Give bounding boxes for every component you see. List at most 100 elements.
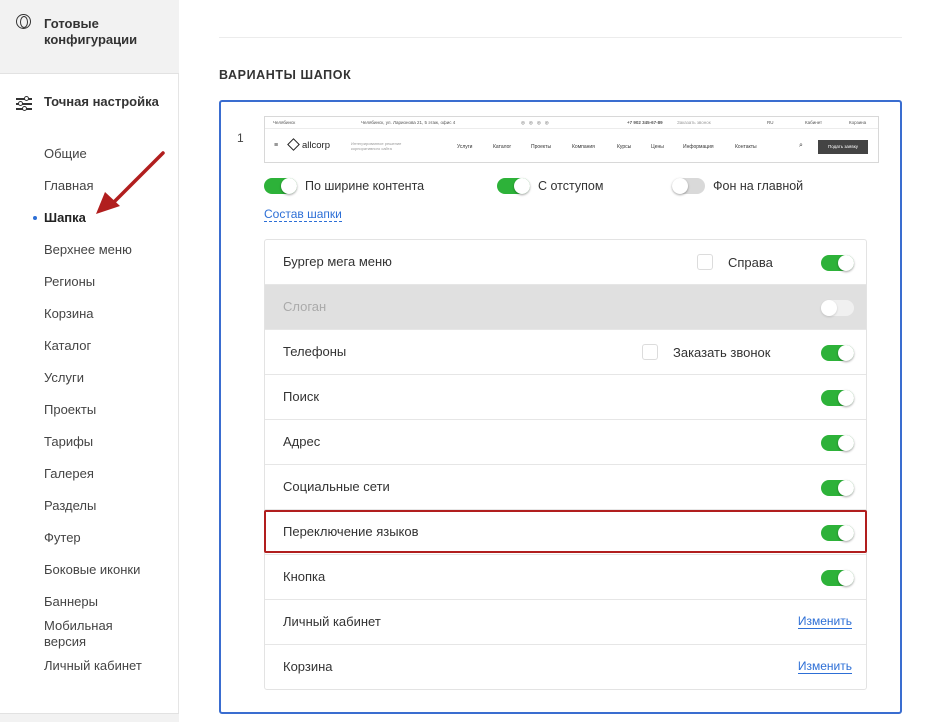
callback-checkbox[interactable] (642, 344, 658, 360)
preview-phone: +7 902 345-67-89 (627, 120, 663, 125)
sidebar-item-cart[interactable]: Корзина (0, 298, 179, 330)
preview-burger-icon: ≡ (274, 142, 279, 149)
sidebar-item-footer[interactable]: Футер (0, 522, 179, 554)
full-width-label: По ширине контента (305, 179, 425, 193)
burger-menu-toggle[interactable] (821, 255, 854, 271)
section-title: ВАРИАНТЫ ШАПОК (219, 68, 352, 82)
full-width-toggle[interactable] (264, 178, 297, 194)
row-label: Кнопка (283, 569, 326, 584)
preview-callback: Заказать звонок (677, 120, 711, 125)
page: Готовые конфигурации Точная настройка Об… (0, 0, 926, 722)
active-dot-icon (33, 216, 37, 220)
sidebar-item-gallery[interactable]: Галерея (0, 458, 179, 490)
social-toggle[interactable] (821, 480, 854, 496)
sidebar-item-side-icons[interactable]: Боковые иконки (0, 554, 179, 586)
sidebar-item-label: Баннеры (44, 594, 98, 609)
preview-address: Челябинск, ул. Ларионова 21, 5 этаж, офи… (361, 120, 456, 125)
row-label: Личный кабинет (283, 614, 381, 629)
sidebar-item-label: Проекты (44, 402, 97, 417)
slogan-toggle[interactable] (821, 300, 854, 316)
preview-city: Челябинск (273, 120, 296, 125)
change-link[interactable]: Изменить (797, 615, 852, 629)
ready-configs-label: Готовые конфигурации (44, 16, 138, 47)
bg-main-toggle[interactable] (672, 178, 705, 194)
sidebar-item-label: Корзина (44, 306, 94, 321)
preview-nav-item: Курсы (617, 144, 632, 150)
preview-nav-item: Услуги (457, 144, 473, 150)
sidebar-item-services[interactable]: Услуги (0, 362, 179, 394)
divider (219, 37, 902, 38)
row-button: Кнопка (265, 555, 866, 600)
preview-request-button: Подать заявку (818, 140, 868, 154)
sidebar-item-label: Регионы (44, 274, 96, 289)
variant-number: 1 (237, 131, 244, 145)
header-preview[interactable]: Челябинск Челябинск, ул. Ларионова 21, 5… (264, 116, 879, 163)
row-language-switch: Переключение языков (265, 510, 866, 555)
preview-nav-item: Цены (651, 144, 664, 150)
with-margin-toggle[interactable] (497, 178, 530, 194)
preview-nav-item: Информация (683, 144, 714, 150)
callback-checkbox-label: Заказать звонок (673, 345, 771, 360)
sidebar-item-label: Личный кабинет (44, 658, 142, 673)
preview-logo: allcorp (289, 140, 330, 151)
preview-nav-item: Компания (572, 144, 595, 150)
sidebar-item-label: Шапка (44, 210, 86, 225)
row-burger-menu: Бургер мега меню Справа (265, 240, 866, 285)
fine-tuning-label: Точная настройка (44, 94, 159, 109)
row-search: Поиск (265, 375, 866, 420)
sidebar-item-label: Галерея (44, 466, 94, 481)
sidebar-item-catalog[interactable]: Каталог (0, 330, 179, 362)
sidebar-item-label: Верхнее меню (44, 242, 132, 257)
sidebar: Готовые конфигурации Точная настройка Об… (0, 0, 179, 722)
preview-lang: RU (767, 120, 774, 125)
sidebar-item-label: Главная (44, 178, 94, 193)
sidebar-item-projects[interactable]: Проекты (0, 394, 179, 426)
preview-main-bar: ≡ allcorp Интегрированное решение корпор… (265, 130, 878, 162)
row-label: Телефоны (283, 344, 347, 359)
row-label: Социальные сети (283, 479, 390, 494)
row-label: Адрес (283, 434, 321, 449)
search-toggle[interactable] (821, 390, 854, 406)
annotation-arrow-icon (96, 151, 165, 214)
preview-nav-item: Контакты (735, 144, 757, 150)
preview-nav-item: Проекты (531, 144, 552, 150)
row-personal-account: Личный кабинет Изменить (265, 600, 866, 645)
language-switch-toggle[interactable] (821, 525, 854, 541)
preview-slogan: Интегрированное решение корпоративного с… (351, 141, 402, 151)
row-address: Адрес (265, 420, 866, 465)
row-label: Переключение языков (283, 524, 419, 539)
sidebar-item-label: Мобильная версия (44, 618, 113, 649)
header-composition-link[interactable]: Состав шапки (264, 207, 342, 222)
preview-nav-item: Каталог (493, 144, 512, 150)
row-slogan: Слоган (265, 285, 866, 330)
row-cart: Корзина Изменить (265, 645, 866, 690)
header-elements-list: Бургер мега меню Справа Слоган Телефоны … (264, 239, 867, 690)
sidebar-item-label: Футер (44, 530, 81, 545)
row-label: Корзина (283, 659, 333, 674)
sidebar-bottom-block (0, 713, 179, 722)
sidebar-item-sections[interactable]: Разделы (0, 490, 179, 522)
button-toggle[interactable] (821, 570, 854, 586)
bg-main-label: Фон на главной (713, 179, 804, 193)
right-checkbox-label: Справа (728, 255, 773, 270)
preview-top-bar: Челябинск Челябинск, ул. Ларионова 21, 5… (265, 117, 878, 129)
right-checkbox[interactable] (697, 254, 713, 270)
row-label: Поиск (283, 389, 320, 404)
sidebar-item-label: Общие (44, 146, 87, 161)
change-link[interactable]: Изменить (797, 660, 852, 674)
preview-search-icon: ⌕ (799, 142, 803, 149)
preview-cabinet: Кабинет (805, 120, 823, 125)
sidebar-item-account[interactable]: Личный кабинет (0, 650, 179, 682)
sidebar-ready-configs[interactable]: Готовые конфигурации (0, 0, 179, 74)
sidebar-item-regions[interactable]: Регионы (0, 266, 179, 298)
row-label: Слоган (283, 299, 327, 314)
address-toggle[interactable] (821, 435, 854, 451)
sidebar-item-banners[interactable]: Баннеры (0, 586, 179, 618)
sidebar-item-tariffs[interactable]: Тарифы (0, 426, 179, 458)
sliders-icon (16, 95, 32, 111)
row-phones: Телефоны Заказать звонок (265, 330, 866, 375)
phones-toggle[interactable] (821, 345, 854, 361)
sidebar-item-top-menu[interactable]: Верхнее меню (0, 234, 179, 266)
sidebar-item-label: Боковые иконки (44, 562, 141, 577)
preview-cart: Корзина (849, 120, 867, 125)
